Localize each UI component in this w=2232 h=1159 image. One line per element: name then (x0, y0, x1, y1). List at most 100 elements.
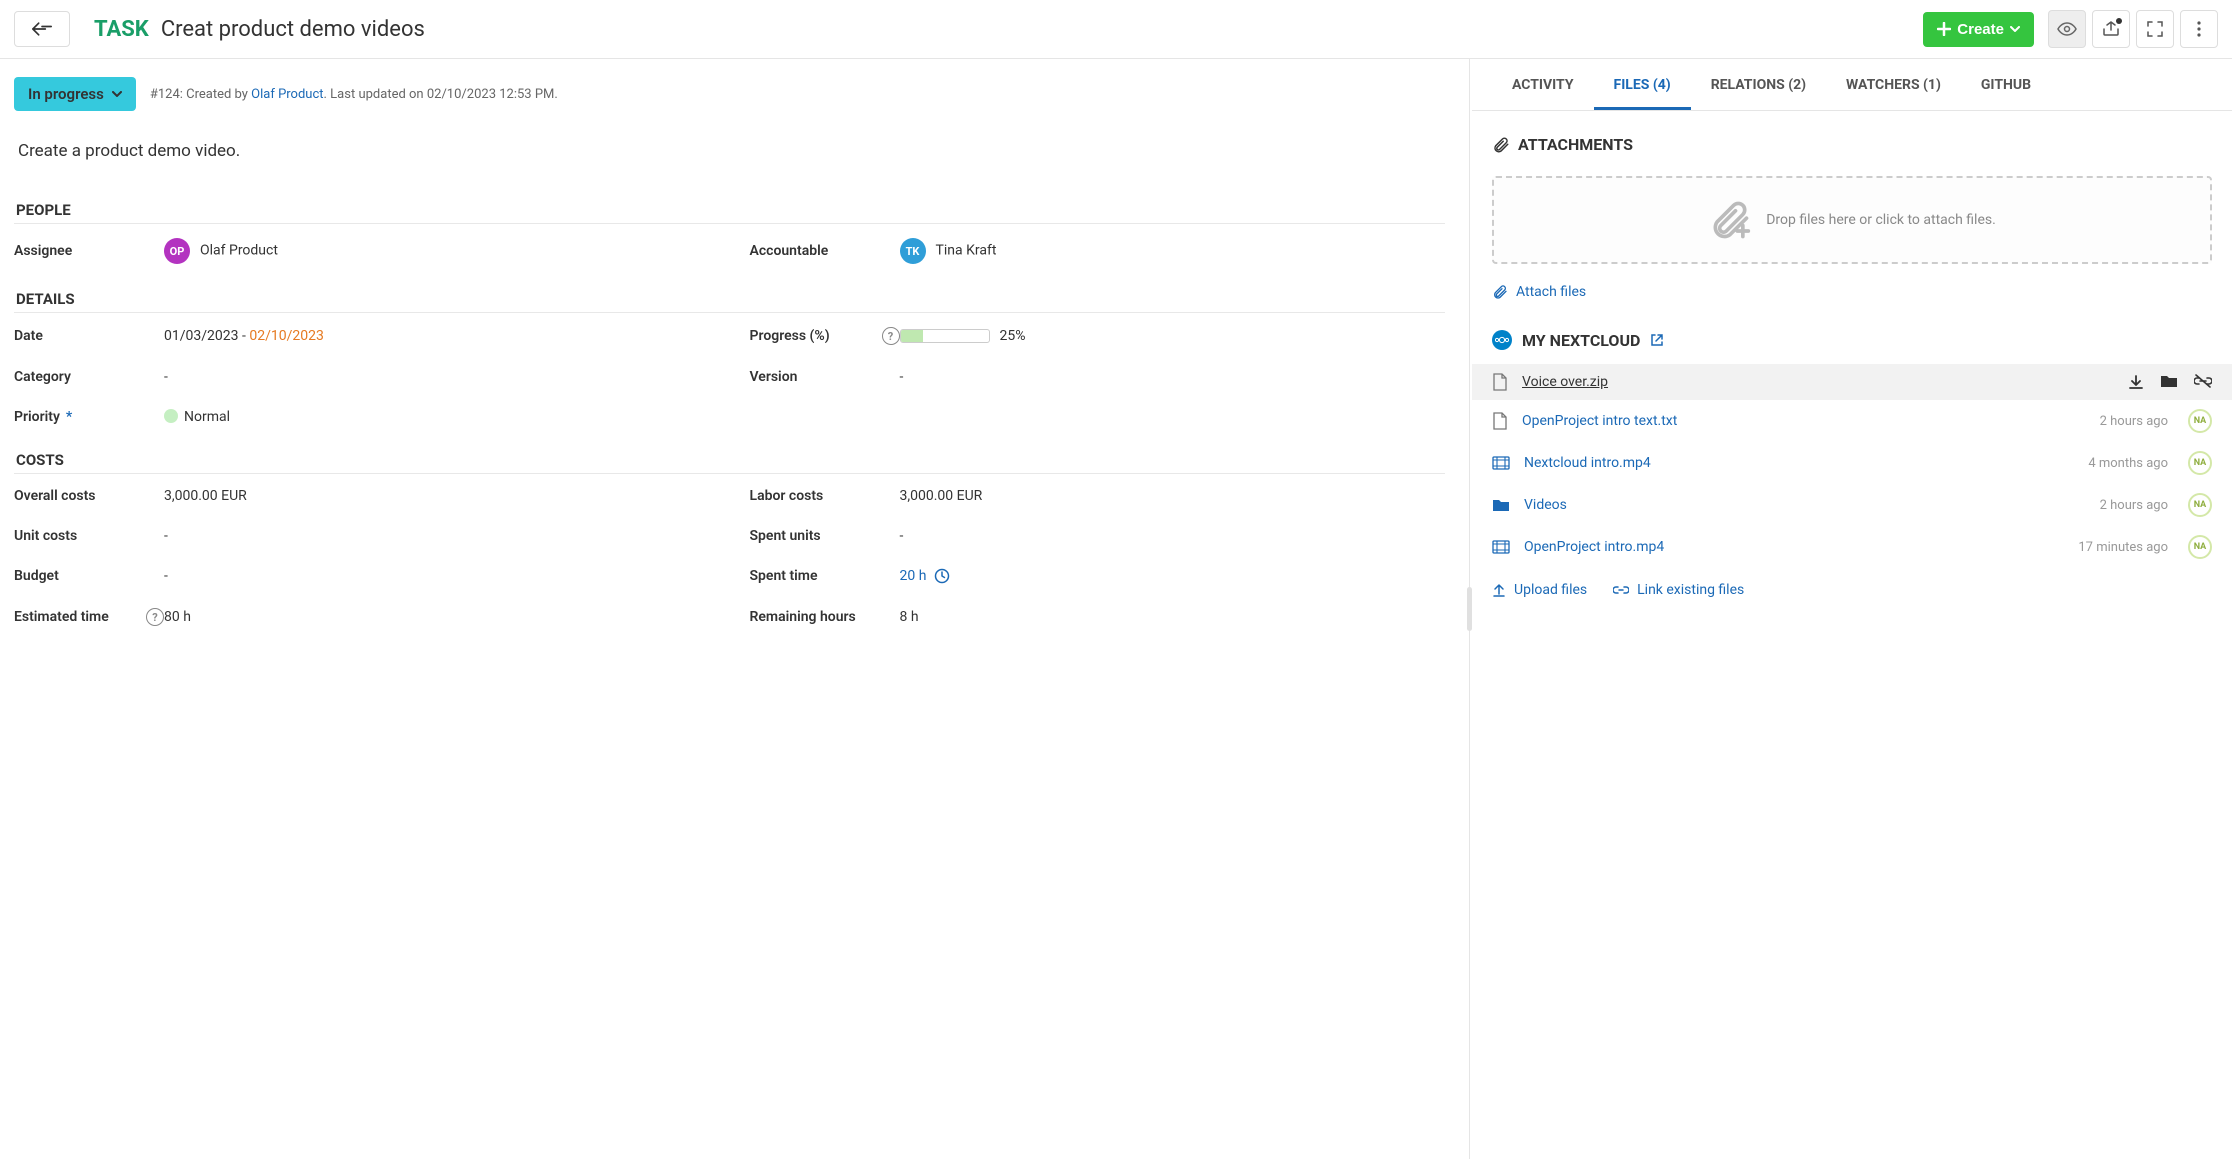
section-details-header: DETAILS (16, 290, 1445, 308)
unit-costs-label: Unit costs (14, 528, 164, 544)
fullscreen-button[interactable] (2136, 10, 2174, 48)
link-icon (1613, 584, 1629, 596)
folder-icon (1492, 498, 1510, 512)
header: TASK Creat product demo videos Create (0, 0, 2232, 59)
open-folder-icon[interactable] (2160, 374, 2178, 390)
file-actions: Upload files Link existing files (1472, 568, 2232, 612)
budget-value[interactable]: - (164, 568, 710, 584)
tab-activity[interactable]: ACTIVITY (1492, 59, 1594, 110)
estimated-time-value[interactable]: 80 h (164, 609, 710, 625)
version-label: Version (750, 369, 900, 385)
file-name[interactable]: OpenProject intro.mp4 (1524, 539, 2064, 555)
workpackage-type: TASK (94, 17, 149, 42)
attach-files-link[interactable]: Attach files (1472, 278, 2232, 324)
paperclip-plus-icon (1708, 198, 1752, 242)
accountable-value[interactable]: TKTina Kraft (900, 238, 1446, 264)
upload-files-link[interactable]: Upload files (1492, 582, 1587, 598)
priority-value[interactable]: Normal (164, 409, 710, 425)
file-row[interactable]: Nextcloud intro.mp4 4 months ago NA (1472, 442, 2232, 484)
dropzone[interactable]: Drop files here or click to attach files… (1492, 176, 2212, 264)
eye-icon (2057, 22, 2077, 36)
back-button[interactable] (14, 11, 70, 47)
tabs: ACTIVITY FILES (4) RELATIONS (2) WATCHER… (1472, 59, 2232, 111)
paperclip-icon (1492, 136, 1510, 154)
avatar: TK (900, 238, 926, 264)
tab-relations[interactable]: RELATIONS (2) (1691, 59, 1826, 110)
help-icon[interactable]: ? (882, 327, 900, 345)
user-badge: NA (2188, 535, 2212, 559)
labor-costs-label: Labor costs (750, 488, 900, 504)
author-link[interactable]: Olaf Product (251, 87, 323, 102)
file-name[interactable]: Voice over.zip (1522, 374, 2114, 390)
file-icon (1492, 373, 1508, 391)
file-name[interactable]: Videos (1524, 497, 2086, 513)
avatar: OP (164, 238, 190, 264)
date-value[interactable]: 01/03/2023 - 02/10/2023 (164, 328, 710, 344)
assignee-value[interactable]: OPOlaf Product (164, 238, 710, 264)
video-icon (1492, 456, 1510, 470)
tab-files[interactable]: FILES (4) (1594, 59, 1691, 110)
external-link-icon[interactable] (1650, 333, 1664, 347)
spent-units-label: Spent units (750, 528, 900, 544)
version-value[interactable]: - (900, 369, 1446, 385)
file-meta: 2 hours ago (2100, 414, 2168, 429)
tab-watchers[interactable]: WATCHERS (1) (1826, 59, 1961, 110)
file-meta: 4 months ago (2088, 456, 2168, 471)
overall-costs-label: Overall costs (14, 488, 164, 504)
status-dropdown[interactable]: In progress (14, 77, 136, 111)
kebab-icon (2197, 21, 2201, 37)
nextcloud-header: MY NEXTCLOUD (1472, 324, 2232, 364)
share-button[interactable] (2092, 10, 2130, 48)
meta-info: #124: Created by Olaf Product. Last upda… (150, 87, 558, 102)
back-arrow-icon (32, 22, 52, 36)
clock-icon (934, 568, 950, 584)
upload-icon (1492, 583, 1506, 597)
category-label: Category (14, 369, 164, 385)
link-existing-files-link[interactable]: Link existing files (1613, 582, 1744, 598)
file-name[interactable]: Nextcloud intro.mp4 (1524, 455, 2074, 471)
user-badge: NA (2188, 409, 2212, 433)
chevron-down-icon (112, 91, 122, 97)
file-meta: 2 hours ago (2100, 498, 2168, 513)
download-icon[interactable] (2128, 374, 2144, 390)
file-row[interactable]: OpenProject intro text.txt 2 hours ago NA (1472, 400, 2232, 442)
spent-units-value[interactable]: - (900, 528, 1446, 544)
file-row[interactable]: Voice over.zip (1472, 364, 2232, 400)
priority-label: Priority * (14, 409, 164, 425)
file-name[interactable]: OpenProject intro text.txt (1522, 413, 2086, 429)
file-row[interactable]: OpenProject intro.mp4 17 minutes ago NA (1472, 526, 2232, 568)
file-meta: 17 minutes ago (2078, 540, 2168, 555)
labor-costs-value[interactable]: 3,000.00 EUR (900, 488, 1446, 504)
user-badge: NA (2188, 493, 2212, 517)
help-icon[interactable]: ? (146, 608, 164, 626)
file-icon (1492, 412, 1508, 430)
accountable-label: Accountable (750, 243, 900, 259)
user-badge: NA (2188, 451, 2212, 475)
assignee-label: Assignee (14, 243, 164, 259)
workpackage-title[interactable]: Creat product demo videos (161, 17, 425, 42)
remaining-hours-label: Remaining hours (750, 609, 900, 625)
video-icon (1492, 540, 1510, 554)
unlink-icon[interactable] (2194, 374, 2212, 390)
description[interactable]: Create a product demo video. (18, 141, 1445, 161)
progress-value[interactable]: 25% (900, 328, 1446, 344)
more-menu-button[interactable] (2180, 10, 2218, 48)
expand-icon (2147, 21, 2163, 37)
watch-button[interactable] (2048, 10, 2086, 48)
tab-github[interactable]: GITHUB (1961, 59, 2051, 110)
plus-icon (1937, 22, 1951, 36)
file-row[interactable]: Videos 2 hours ago NA (1472, 484, 2232, 526)
unit-costs-value[interactable]: - (164, 528, 710, 544)
paperclip-icon (1492, 284, 1508, 300)
files-pane: ACTIVITY FILES (4) RELATIONS (2) WATCHER… (1472, 59, 2232, 1159)
spent-time-value[interactable]: 20 h (900, 568, 1446, 584)
date-label: Date (14, 328, 164, 344)
create-button[interactable]: Create (1923, 12, 2034, 47)
progress-label: Progress (%) ? (750, 327, 900, 345)
remaining-hours-value[interactable]: 8 h (900, 609, 1446, 625)
spent-time-label: Spent time (750, 568, 900, 584)
attachments-header: ATTACHMENTS (1472, 111, 2232, 166)
category-value[interactable]: - (164, 369, 710, 385)
overall-costs-value[interactable]: 3,000.00 EUR (164, 488, 710, 504)
budget-label: Budget (14, 568, 164, 584)
